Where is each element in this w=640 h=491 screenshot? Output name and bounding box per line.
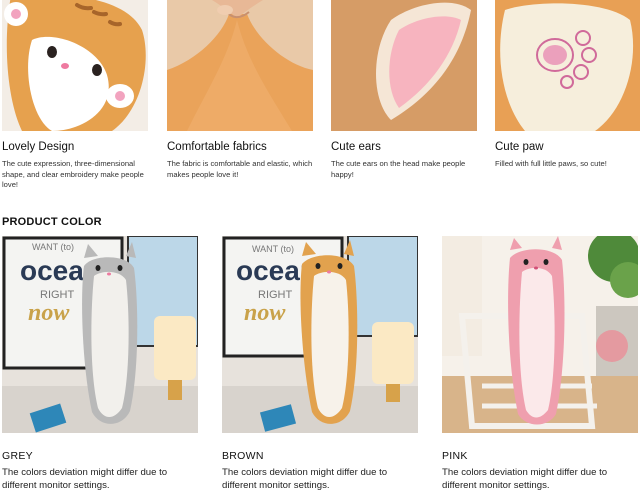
feature-title: Lovely Design [2,141,75,153]
feature-title: Cute ears [331,141,381,153]
section-title-product-color: PRODUCT COLOR [2,216,102,228]
pink-cat-plush [508,236,565,425]
poster-text: now [28,300,70,326]
poster-text: now [244,300,286,326]
grey-cat-plush [82,242,138,424]
feature-description: Filled with full little paws, so cute! [495,159,607,168]
feature-title: Cute paw [495,141,544,153]
color-description: The colors deviation might differ due to… [442,467,608,491]
feature-image-cat-face [2,0,148,131]
feature-description: The fabric is comfortable and elastic, w… [167,159,313,179]
color-image-brown: WANT (to) ocean RIGHT now [222,236,418,433]
poster-text: WANT (to) [252,244,294,254]
feature-description: The cute ears on the head make people ha… [331,159,466,179]
color-name: PINK [442,450,468,462]
color-image-grey: WANT (to) ocean RIGHT now [2,236,198,433]
color-description: The colors deviation might differ due to… [222,467,388,491]
feature-description: The cute expression, three-dimensional s… [2,159,144,189]
color-name: GREY [2,450,33,462]
feature-image-fabric [167,0,313,131]
feature-image-ear [331,0,477,131]
brown-cat-plush [300,240,358,424]
color-image-pink [442,236,638,433]
feature-title: Comfortable fabrics [167,141,267,153]
color-description: The colors deviation might differ due to… [2,467,168,491]
feature-image-paw [495,0,640,131]
color-name: BROWN [222,450,264,462]
poster-text: WANT (to) [32,242,74,252]
